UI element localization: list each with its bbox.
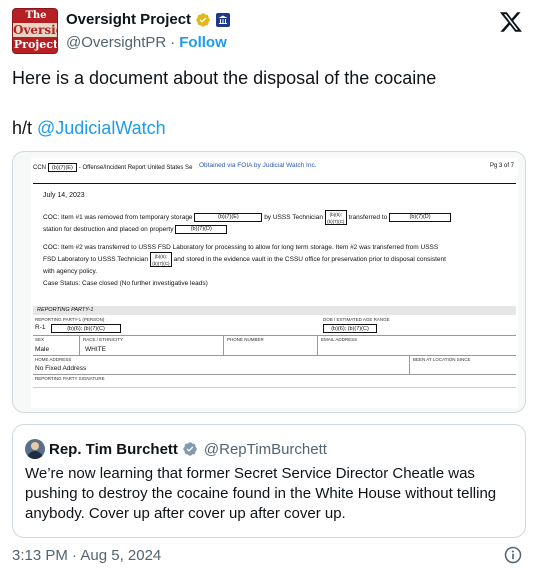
redaction-technician-2-line2: (b)(7)(C) — [152, 261, 170, 266]
tweet-text: Here is a document about the disposal of… — [12, 66, 523, 140]
quoted-tweet-header: Rep. Tim Burchett @RepTimBurchett — [25, 439, 327, 459]
avatar-line-2: Oversight — [13, 23, 57, 37]
quoted-author-avatar — [25, 439, 45, 459]
redaction-7d: (b)(7)(D) — [389, 213, 452, 222]
label-dob: DOB / Estimated Age Range — [323, 317, 390, 322]
coc1-text-a: COC: Item #1 was removed from temporary … — [43, 214, 193, 222]
reporting-party-id: R-1 — [35, 324, 46, 331]
redaction-7e: (b)(7)(E) — [194, 213, 263, 222]
coc2-text-c: and stored in the evidence vault in the … — [173, 256, 446, 264]
coc2-text-a: COC: Item #2 was transferred to USSS FSD… — [43, 244, 439, 251]
document-page: CCN (b)(7)(E) - Offense/Incident Report … — [31, 158, 518, 408]
coc1-text-b: by USSS Technician — [264, 214, 323, 222]
tweet-line-1: Here is a document about the disposal of… — [12, 68, 437, 88]
coc-item-1: COC: Item #1 was removed from temporary … — [43, 210, 509, 234]
government-badge-icon[interactable] — [215, 12, 231, 28]
ccn-redaction: (b)(7)(E) — [48, 163, 77, 172]
label-signature: Reporting Party Signature — [35, 376, 105, 381]
col-divider-1 — [79, 335, 80, 355]
redaction-dob: (b)(6); (b)(7)(C) — [323, 324, 377, 333]
tweet-line-2: h/t @JudicialWatch — [12, 116, 523, 140]
redaction-technician-2: (b)(6); (b)(7)(C) — [149, 252, 172, 267]
reporting-party-section-title: REPORTING PARTY-1 — [33, 306, 516, 315]
quoted-author-name: Rep. Tim Burchett — [49, 440, 178, 458]
coc2-text-b: FSD Laboratory to USSS Technician — [43, 256, 149, 264]
coc-item-2: COC: Item #2 was transferred to USSS FSD… — [43, 243, 509, 276]
row-divider-1 — [33, 335, 516, 336]
document-image-card[interactable]: CCN (b)(7)(E) - Offense/Incident Report … — [12, 151, 526, 413]
redaction-technician-line2: (b)(7)(C) — [327, 219, 345, 224]
page-number: Pg 3 of 7 — [489, 163, 514, 169]
sex-value: Male — [35, 346, 50, 353]
case-status: Case Status: Case closed (No further inv… — [43, 280, 208, 287]
label-email: Email Address — [321, 337, 358, 342]
label-sex: Sex — [35, 337, 45, 342]
avatar-line-3: Project — [13, 38, 58, 51]
author-handle[interactable]: @OversightPR — [66, 34, 166, 51]
race-value: WHITE — [85, 346, 106, 353]
label-phone: Phone Number — [227, 337, 264, 342]
handle-separator: · — [170, 34, 176, 51]
author-handle-row: @OversightPR · Follow — [66, 34, 227, 51]
label-home-address: Home Address — [35, 357, 72, 362]
col-divider-4 — [409, 355, 410, 374]
author-name-row: Oversight Project — [66, 11, 231, 28]
row-divider-4 — [33, 387, 516, 388]
ccn-label: CCN — [33, 164, 46, 171]
quoted-author-handle: @RepTimBurchett — [203, 440, 327, 458]
quoted-tweet-text: We’re now learning that former Secret Se… — [25, 465, 497, 522]
label-reporting-party: Reporting Party-1 (Person) — [35, 317, 105, 322]
author-display-name[interactable]: Oversight Project — [66, 11, 191, 28]
mention-judicialwatch[interactable]: @JudicialWatch — [37, 118, 166, 138]
coc2-text-d: with agency policy. — [43, 268, 98, 275]
col-divider-2 — [223, 335, 224, 355]
col-divider-3 — [317, 335, 318, 355]
verified-gold-icon[interactable] — [195, 12, 211, 28]
author-avatar[interactable]: The Oversight Project — [12, 8, 58, 54]
row-divider-2 — [33, 355, 516, 356]
redaction-technician-2-line1: (b)(6); — [154, 254, 167, 259]
report-date: July 14, 2023 — [43, 192, 85, 199]
tweet-header: The Oversight Project Oversight Project … — [12, 8, 523, 56]
redaction-7d-property: (b)(7)(D) — [175, 225, 228, 234]
label-race: Race / Ethnicity — [83, 337, 124, 342]
quoted-tweet[interactable]: Rep. Tim Burchett @RepTimBurchett We’re … — [12, 424, 526, 538]
redaction-technician: (b)(6); (b)(7)(C) — [324, 210, 347, 225]
x-logo-icon[interactable] — [499, 10, 523, 34]
verified-badge-icon — [183, 442, 197, 456]
info-icon[interactable] — [503, 545, 523, 565]
row-divider-3 — [33, 374, 516, 375]
redaction-person: (b)(6); (b)(7)(C) — [51, 324, 121, 333]
follow-button[interactable]: Follow — [179, 34, 227, 51]
foia-watermark: Obtained via FOIA by Judicial Watch Inc. — [199, 162, 317, 169]
coc1-text-d: station for destruction and placed on pr… — [43, 226, 174, 234]
report-title: - Offense/Incident Report United States … — [78, 164, 193, 171]
home-address-value: No Fixed Address — [35, 365, 87, 372]
coc1-text-c: transferred to — [348, 214, 388, 222]
label-been-at-location: Been at Location Since — [413, 357, 471, 362]
hat-tip-prefix: h/t — [12, 118, 38, 138]
header-rule — [33, 183, 516, 184]
redaction-technician-line1: (b)(6); — [329, 212, 342, 217]
avatar-line-1: The — [25, 10, 47, 21]
tweet-timestamp[interactable]: 3:13 PM · Aug 5, 2024 — [12, 547, 161, 564]
